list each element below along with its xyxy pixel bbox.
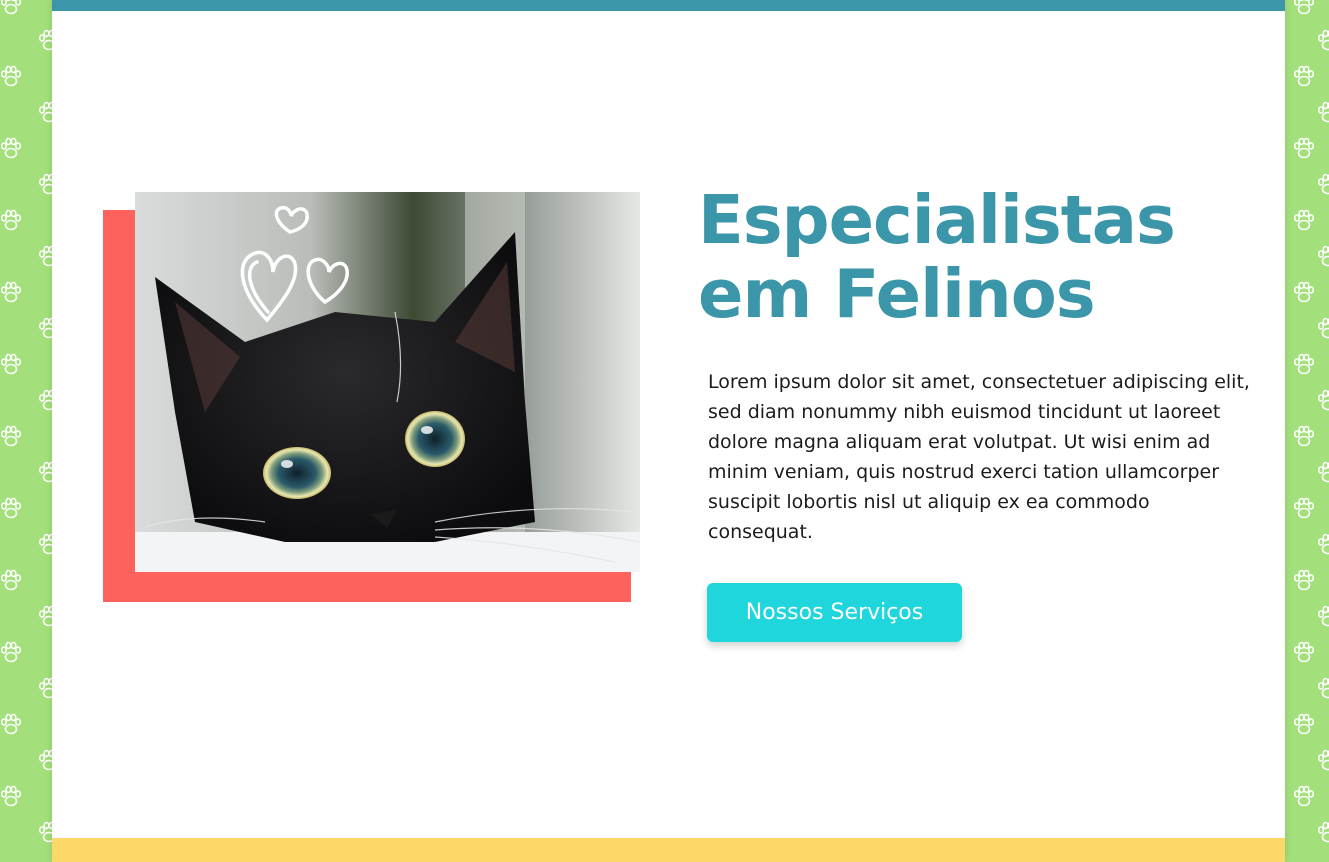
paw-print-icon — [1315, 28, 1329, 54]
bottom-accent-bar — [52, 838, 1285, 862]
paw-print-icon — [1315, 532, 1329, 558]
paw-print-icon — [0, 712, 24, 738]
paw-print-icon — [1315, 604, 1329, 630]
paw-print-icon — [1291, 280, 1317, 306]
page-title: Especialistas em Felinos — [698, 183, 1258, 331]
paw-print-icon — [0, 496, 24, 522]
paw-print-icon — [1291, 712, 1317, 738]
paw-print-icon — [1315, 100, 1329, 126]
black-cat-photo — [135, 192, 640, 572]
paw-print-icon — [1315, 676, 1329, 702]
paw-print-icon — [36, 604, 52, 630]
paw-pattern-left — [0, 0, 52, 862]
paw-print-icon — [36, 100, 52, 126]
paw-print-icon — [1315, 748, 1329, 774]
paw-print-icon — [0, 784, 24, 810]
headline-line-2: em Felinos — [698, 255, 1096, 333]
top-accent-bar — [52, 0, 1285, 11]
paw-print-icon — [36, 532, 52, 558]
paw-print-icon — [1315, 172, 1329, 198]
headline-line-1: Especialistas — [698, 181, 1176, 259]
paw-print-icon — [1291, 568, 1317, 594]
hero-panel: Especialistas em Felinos Lorem ipsum dol… — [52, 0, 1285, 862]
paw-print-icon — [0, 280, 24, 306]
paw-print-icon — [0, 136, 24, 162]
paw-print-icon — [0, 568, 24, 594]
paw-print-icon — [36, 460, 52, 486]
paw-print-icon — [1315, 820, 1329, 846]
paw-print-icon — [1291, 784, 1317, 810]
paw-print-icon — [0, 0, 24, 18]
paw-print-icon — [1315, 316, 1329, 342]
hero-description: Lorem ipsum dolor sit amet, consectetuer… — [708, 371, 1250, 543]
paw-print-icon — [1291, 0, 1317, 18]
paw-print-icon — [1291, 208, 1317, 234]
paw-print-icon — [1315, 244, 1329, 270]
paw-print-icon — [36, 316, 52, 342]
paw-print-icon — [1291, 496, 1317, 522]
paw-print-icon — [1291, 136, 1317, 162]
paw-print-icon — [36, 748, 52, 774]
paw-print-icon — [36, 676, 52, 702]
paw-print-icon — [1291, 424, 1317, 450]
paw-print-icon — [1315, 460, 1329, 486]
paw-print-icon — [36, 820, 52, 846]
paw-print-icon — [36, 244, 52, 270]
paw-print-icon — [0, 640, 24, 666]
paw-print-icon — [36, 388, 52, 414]
paw-pattern-right — [1285, 0, 1329, 862]
paw-print-icon — [1291, 352, 1317, 378]
paw-print-icon — [1315, 388, 1329, 414]
paw-print-icon — [36, 28, 52, 54]
paw-print-icon — [0, 352, 24, 378]
paw-print-icon — [0, 424, 24, 450]
services-button[interactable]: Nossos Serviços — [707, 583, 962, 642]
paw-print-icon — [1291, 64, 1317, 90]
paw-print-icon — [36, 172, 52, 198]
paw-print-icon — [0, 208, 24, 234]
paw-print-icon — [1291, 640, 1317, 666]
paw-print-icon — [0, 64, 24, 90]
